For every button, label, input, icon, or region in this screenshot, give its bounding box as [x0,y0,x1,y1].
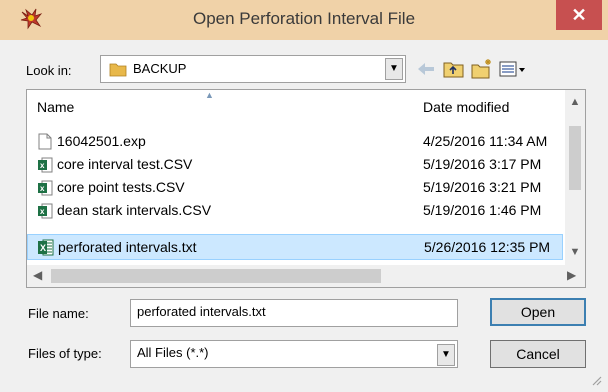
file-row[interactable]: x core interval test.CSV 5/19/2016 3:17 … [27,153,563,176]
file-name-input[interactable]: perforated intervals.txt [130,299,458,327]
close-button[interactable]: ✕ [556,0,602,30]
file-date: 4/25/2016 11:34 AM [423,133,548,149]
file-date: 5/19/2016 3:17 PM [423,156,542,172]
scroll-up-icon[interactable]: ▲ [565,96,585,108]
look-in-label: Look in: [26,63,72,78]
file-date: 5/26/2016 12:35 PM [424,239,551,255]
svg-text:x: x [40,161,45,170]
file-type-select[interactable]: All Files (*.*) ▼ [130,340,458,368]
sort-indicator-icon: ▲ [205,90,214,100]
file-name: dean stark intervals.CSV [57,202,212,218]
up-folder-icon[interactable] [442,58,466,80]
vertical-scroll-thumb[interactable] [569,126,581,190]
look-in-combo[interactable]: BACKUP ▼ [100,55,406,83]
svg-text:X: X [40,243,46,253]
open-button[interactable]: Open [490,298,586,326]
file-row[interactable]: x core point tests.CSV 5/19/2016 3:21 PM [27,176,563,199]
svg-text:x: x [40,207,45,216]
scroll-down-icon[interactable]: ▼ [565,246,585,258]
file-date: 5/19/2016 3:21 PM [423,179,542,195]
new-folder-icon[interactable] [470,58,494,80]
file-date: 5/19/2016 1:46 PM [423,202,542,218]
excel-csv-icon: x [38,157,53,173]
excel-csv-icon: x [38,203,53,219]
file-type-value: All Files (*.*) [137,345,209,360]
scroll-left-icon[interactable]: ◀ [33,268,42,282]
file-row[interactable]: 16042501.exp 4/25/2016 11:34 AM [27,130,563,153]
title-bar: Open Perforation Interval File ✕ [0,0,608,40]
blank-file-icon [38,133,52,150]
folder-icon [109,63,127,77]
file-type-dropdown-arrow[interactable]: ▼ [437,344,455,366]
file-name: perforated intervals.txt [58,239,197,255]
file-name: core interval test.CSV [57,156,193,172]
column-header-date[interactable]: Date modified [423,90,509,124]
cancel-button[interactable]: Cancel [490,340,586,368]
file-name: 16042501.exp [57,133,146,149]
file-type-label: Files of type: [28,346,102,361]
file-list[interactable]: Name ▲ Date modified 16042501.exp 4/25/2… [26,89,586,288]
horizontal-scrollbar[interactable]: ◀ ▶ [27,265,585,287]
excel-csv-icon: x [38,180,53,196]
window-title: Open Perforation Interval File [192,9,416,28]
file-row[interactable]: x dean stark intervals.CSV 5/19/2016 1:4… [27,199,563,222]
scroll-right-icon[interactable]: ▶ [567,268,576,282]
file-row-selected[interactable]: X perforated intervals.txt 5/26/2016 12:… [27,234,563,260]
back-arrow-icon[interactable] [414,58,438,80]
file-name-label: File name: [28,306,89,321]
view-menu-icon[interactable] [498,58,528,80]
column-header-name[interactable]: Name [37,90,74,124]
file-name: core point tests.CSV [57,179,185,195]
horizontal-scroll-thumb[interactable] [51,269,381,283]
look-in-dropdown-arrow[interactable]: ▼ [385,58,403,80]
svg-text:x: x [40,184,45,193]
resize-grip-icon[interactable] [590,374,602,386]
look-in-value: BACKUP [133,61,187,76]
excel-file-icon: X [38,239,54,256]
vertical-scrollbar[interactable]: ▲ ▼ [565,90,585,265]
